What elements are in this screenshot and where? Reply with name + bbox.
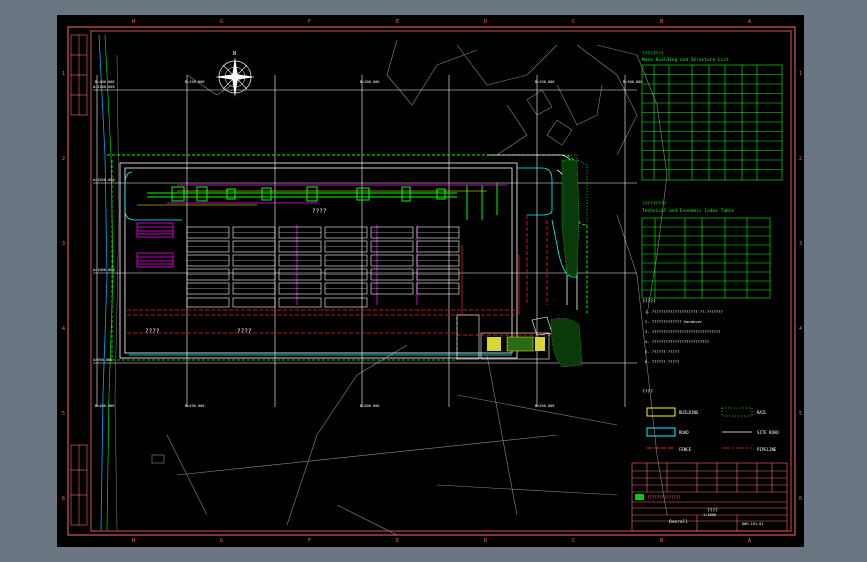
grid-row-6: 6: [799, 496, 802, 502]
building-label-3: ????: [237, 328, 252, 335]
internal-road: [124, 167, 577, 356]
svg-text:SITE ROAD: SITE ROAD: [757, 430, 779, 435]
left-revision-strip: [70, 34, 88, 526]
legend: ???? BUILDING ROAD FENCE RAIL SITE ROAD …: [642, 389, 779, 452]
svg-text:RAIL: RAIL: [757, 410, 767, 415]
coord-label-left: A=1000.000: [93, 268, 115, 272]
coord-label-left: A=1100.000: [93, 85, 115, 89]
table-frame: [641, 217, 771, 299]
sheet-name: Overall: [669, 519, 688, 525]
grid-row-4: 4: [62, 326, 65, 332]
grid-row-3: 3: [62, 241, 65, 247]
green-belt: [550, 159, 583, 368]
grid-row-3: 3: [799, 241, 802, 247]
index-table-title: Technical and Economic Index Table: [642, 208, 734, 214]
grid-col-B: B: [660, 19, 663, 25]
company-name: ??????????????: [647, 495, 681, 500]
coord-label-top: B=100.000: [95, 80, 114, 84]
svg-text:?????????: ?????????: [642, 201, 667, 207]
red-solid-lines: [461, 245, 520, 315]
note-line: 6. ?????? ?????: [645, 359, 679, 364]
coord-label-left: A=950.000: [93, 358, 112, 362]
grid-col-G: G: [220, 538, 223, 544]
site-boundary: [107, 154, 588, 361]
drawing-sheet: H H G G F F E E D D C C B B A A 1 1 2 2 3 3 4 4 5 5 6 6 B=100.000 …: [57, 15, 804, 547]
coord-label-bottom: B=400.000: [95, 404, 114, 408]
coord-label-bottom: B=450.000: [185, 404, 204, 408]
grid-row-2: 2: [799, 156, 802, 162]
grid-row-5: 5: [62, 411, 65, 417]
rack-block: [278, 297, 322, 308]
grid-col-D: D: [484, 538, 487, 544]
note-line: 1. ???????????????????? ??.???????: [645, 309, 723, 314]
grid-col-G: G: [220, 19, 223, 25]
structure-table-title: Main Building and Structure List: [642, 57, 729, 63]
process-magenta-lines: [167, 184, 507, 305]
note-line: 3. ??????????????????????????????: [645, 329, 720, 334]
grid-col-D: D: [484, 19, 487, 25]
factory-outline: [119, 154, 578, 359]
svg-text:N: N: [233, 51, 236, 57]
grid-row-4: 4: [799, 326, 802, 332]
grid-col-F: F: [308, 19, 311, 25]
river-boundary: [98, 34, 120, 531]
svg-text:????????: ????????: [642, 51, 664, 57]
rack-block: [232, 297, 276, 308]
coord-label-top: B=250.000: [535, 80, 554, 84]
building-label-1: ????: [312, 208, 327, 215]
grid-col-E: E: [396, 19, 399, 25]
grid-col-C: C: [572, 19, 575, 25]
grid-row-5: 5: [799, 411, 802, 417]
index-table: ????????? Technical and Economic Index T…: [641, 201, 771, 299]
coord-label-bottom: B=550.000: [535, 404, 554, 408]
notes-block: ????? 1. ???????????????????? ??.???????…: [642, 299, 723, 364]
note-line: 5. ?????? ?????: [645, 349, 679, 354]
building-label-2: ????: [145, 328, 160, 335]
coord-label-top: B=300.000: [623, 80, 642, 84]
rack-block: [324, 297, 368, 308]
svg-text:FENCE: FENCE: [679, 447, 692, 452]
red-dashed-boundary: [127, 215, 562, 336]
left-storage-blocks: [136, 222, 174, 268]
grid-column-letters: H H G G F F E E D D C C B B A A: [132, 19, 751, 544]
grid-col-H: H: [132, 538, 135, 544]
svg-text:PIPELINE: PIPELINE: [757, 447, 777, 452]
coord-label-top: B=200.000: [360, 80, 379, 84]
grid-col-A: A: [748, 19, 751, 25]
grid-col-A: A: [748, 538, 751, 544]
grid-row-2: 2: [62, 156, 65, 162]
coord-label-top: B=150.000: [185, 80, 204, 84]
note-line: 2. ????????????? Handover: [645, 319, 703, 324]
grid-row-1: 1: [799, 71, 802, 77]
structure-list-table: ???????? Main Building and Structure Lis…: [641, 51, 783, 181]
grid-row-1: 1: [62, 71, 65, 77]
grid-col-F: F: [308, 538, 311, 544]
grid-row-6: 6: [62, 496, 65, 502]
drawing-number: DWG-101-01: [742, 522, 764, 526]
grid-col-C: C: [572, 538, 575, 544]
svg-text:BUILDING: BUILDING: [679, 410, 699, 415]
title-block: ?????????????? ???? Overall DWG-101-01 1…: [631, 462, 788, 532]
drawing-scale: 1:1000: [703, 513, 716, 517]
coord-label-left: A=1050.000: [93, 178, 115, 182]
svg-text:????: ????: [642, 389, 653, 395]
rack-block: [186, 297, 230, 308]
table-frame: [641, 64, 783, 181]
svg-text:?????: ?????: [642, 299, 656, 305]
company-logo-icon: [635, 494, 644, 500]
grid-row-numbers: 1 1 2 2 3 3 4 4 5 5 6 6: [62, 71, 802, 502]
office-building: [456, 314, 553, 360]
note-line: 4. ?????????????????????????: [645, 339, 709, 344]
svg-text:ROAD: ROAD: [679, 430, 689, 435]
grid-col-E: E: [396, 538, 399, 544]
site-plan-drawing: H H G G F F E E D D C C B B A A 1 1 2 2 3 3 4 4 5 5 6 6 B=10…: [62, 19, 802, 544]
cad-canvas: H H G G F F E E D D C C B B A A 1 1 2 2 3 3 4 4 5 5 6 6 B=100.000 …: [0, 0, 867, 562]
grid-col-B: B: [660, 538, 663, 544]
coord-label-bottom: B=500.000: [360, 404, 379, 408]
grid-col-H: H: [132, 19, 135, 25]
storage-racks: [186, 226, 460, 308]
